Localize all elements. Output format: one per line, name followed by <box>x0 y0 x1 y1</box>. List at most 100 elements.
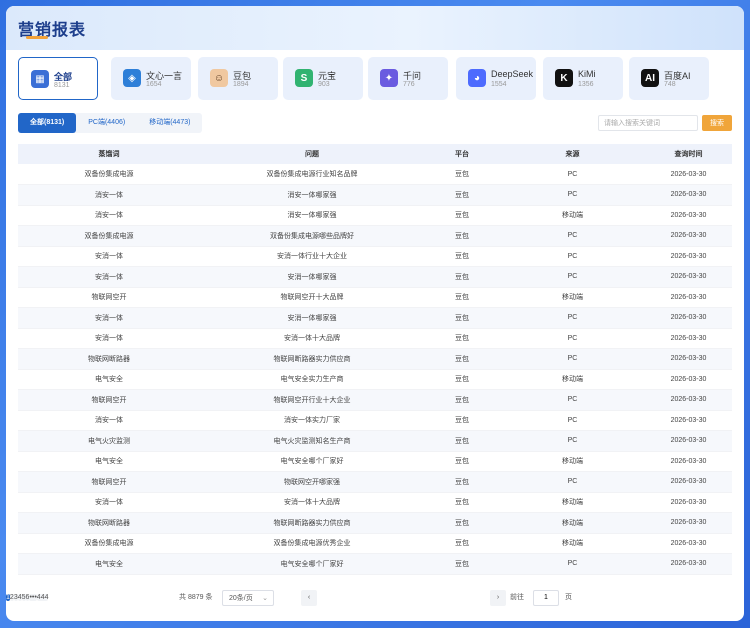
cell-keyword: 物联网断路器 <box>18 348 200 370</box>
page-button[interactable]: 444 <box>36 594 49 601</box>
page-numbers: 123456•••444 <box>6 590 49 606</box>
cell-keyword: 双备份集成电源 <box>18 533 200 554</box>
cell-keyword: 电气安全 <box>18 451 200 472</box>
table-row: 物联网空开 物联网空开哪家强 豆包 PC 2026-03-30 <box>18 471 732 493</box>
cell-question: 物联网断路器实力供应商 <box>200 512 424 534</box>
table-row: 安消一体 安消一体十大品牌 豆包 PC 2026-03-30 <box>18 328 732 349</box>
cell-source: PC <box>500 164 645 185</box>
cell-question: 电气安全哪个厂家好 <box>200 451 424 472</box>
cell-source: 移动端 <box>500 533 645 554</box>
cell-query-time: 2026-03-30 <box>645 410 732 431</box>
platform-count: 1356 <box>578 81 594 88</box>
search-input[interactable] <box>598 115 698 131</box>
platform-count: 1554 <box>491 81 507 88</box>
cell-keyword: 电气火灾监测 <box>18 430 200 452</box>
table-row: 双备份集成电源 双备份集成电源哪些品牌好 豆包 PC 2026-03-30 <box>18 225 732 247</box>
tab-pc[interactable]: PC端(4406) <box>76 113 137 133</box>
cell-source: PC <box>500 389 645 411</box>
platform-card-5[interactable]: ✦ 千问 776 <box>368 57 448 100</box>
platform-count: 748 <box>664 81 676 88</box>
cell-query-time: 2026-03-30 <box>645 225 732 247</box>
report-window: 营销报表 ▦ 全部 8131 ◈ 文心一言 1654 ☺ 豆包 1894 S 元宝 903 ✦ 千问 776… <box>6 6 744 621</box>
cell-query-time: 2026-03-30 <box>645 471 732 493</box>
table-row: 电气安全 电气安全哪个厂家好 豆包 PC 2026-03-30 <box>18 553 732 575</box>
page-button[interactable]: 5 <box>21 594 26 601</box>
chevron-down-icon: ⌄ <box>262 595 268 602</box>
cell-query-time: 2026-03-30 <box>645 348 732 370</box>
cell-platform: 豆包 <box>424 328 500 349</box>
platform-card-4[interactable]: S 元宝 903 <box>283 57 363 100</box>
cell-keyword: 安消一体 <box>18 307 200 329</box>
table-row: 双备份集成电源 双备份集成电源行业知名品牌 豆包 PC 2026-03-30 <box>18 164 732 185</box>
cell-question: 安消一体十大品牌 <box>200 328 424 349</box>
table-row: 消安一体 消安一体哪家强 豆包 PC 2026-03-30 <box>18 184 732 206</box>
cell-query-time: 2026-03-30 <box>645 512 732 534</box>
platform-card-6[interactable]: ◕ DeepSeek 1554 <box>456 57 536 100</box>
cell-question: 安消一体哪家强 <box>200 307 424 329</box>
cell-platform: 豆包 <box>424 348 500 370</box>
deepseek-icon: ◕ <box>468 69 486 87</box>
cell-source: PC <box>500 328 645 349</box>
cell-query-time: 2026-03-30 <box>645 389 732 411</box>
cell-platform: 豆包 <box>424 492 500 513</box>
cell-platform: 豆包 <box>424 246 500 267</box>
cell-query-time: 2026-03-30 <box>645 287 732 308</box>
platform-card-2[interactable]: ◈ 文心一言 1654 <box>111 57 191 100</box>
cell-source: PC <box>500 246 645 267</box>
cell-source: PC <box>500 266 645 288</box>
platform-card-8[interactable]: AI 百度AI 748 <box>629 57 709 100</box>
cell-keyword: 电气安全 <box>18 553 200 575</box>
cell-platform: 豆包 <box>424 164 500 185</box>
platform-card-7[interactable]: K KiMi 1356 <box>543 57 623 100</box>
cell-query-time: 2026-03-30 <box>645 369 732 390</box>
col-header-query-time[interactable]: 查询时间 <box>645 144 732 164</box>
table-row: 安消一体 安消一体行业十大企业 豆包 PC 2026-03-30 <box>18 246 732 267</box>
kimi-icon: K <box>555 69 573 87</box>
platform-card-1[interactable]: ▦ 全部 8131 <box>18 57 98 100</box>
col-header-source[interactable]: 来源 <box>500 144 645 164</box>
page-unit-label: 页 <box>565 594 572 601</box>
cell-platform: 豆包 <box>424 512 500 534</box>
cell-query-time: 2026-03-30 <box>645 430 732 452</box>
cell-question: 安消一体行业十大企业 <box>200 246 424 267</box>
tab-all[interactable]: 全部(8131) <box>18 113 77 133</box>
pagination: 共 8879 条 20条/页 ⌄ ‹ 123456•••444 › 前往 页 <box>6 590 744 608</box>
cell-source: PC <box>500 225 645 247</box>
cell-question: 物联网空开哪家强 <box>200 471 424 493</box>
cell-question: 电气安全哪个厂家好 <box>200 553 424 575</box>
cell-query-time: 2026-03-30 <box>645 307 732 329</box>
cell-keyword: 电气安全 <box>18 369 200 390</box>
prev-page-button[interactable]: ‹ <box>301 590 317 606</box>
cell-query-time: 2026-03-30 <box>645 184 732 206</box>
cell-question: 消安一体哪家强 <box>200 184 424 206</box>
col-header-platform[interactable]: 平台 <box>424 144 500 164</box>
table-row: 双备份集成电源 双备份集成电源优秀企业 豆包 移动端 2026-03-30 <box>18 533 732 554</box>
platform-card-3[interactable]: ☺ 豆包 1894 <box>198 57 278 100</box>
cell-source: PC <box>500 184 645 206</box>
col-header-keyword[interactable]: 蒸馏词 <box>18 144 200 164</box>
cell-keyword: 安消一体 <box>18 328 200 349</box>
tab-mobile[interactable]: 移动端(4473) <box>137 113 202 133</box>
platform-count: 1894 <box>233 81 249 88</box>
cell-keyword: 安消一体 <box>18 266 200 288</box>
table-row: 安消一体 安消一体十大品牌 豆包 移动端 2026-03-30 <box>18 492 732 513</box>
page-size-select[interactable]: 20条/页 ⌄ <box>222 590 274 606</box>
next-page-button[interactable]: › <box>490 590 506 606</box>
cell-source: PC <box>500 430 645 452</box>
table-row: 物联网断路器 物联网断路器实力供应商 豆包 PC 2026-03-30 <box>18 348 732 370</box>
col-header-question[interactable]: 问题 <box>200 144 424 164</box>
platform-count: 1654 <box>146 81 162 88</box>
goto-page-input[interactable] <box>533 590 559 606</box>
cell-query-time: 2026-03-30 <box>645 533 732 554</box>
platform-count: 903 <box>318 81 330 88</box>
page-ellipsis[interactable]: ••• <box>29 594 37 601</box>
cell-source: 移动端 <box>500 287 645 308</box>
table-body: 双备份集成电源 双备份集成电源行业知名品牌 豆包 PC 2026-03-30 消安一体 消安… <box>18 164 732 575</box>
yuanbao-icon: S <box>295 69 313 87</box>
cell-question: 安消一体十大品牌 <box>200 492 424 513</box>
cell-platform: 豆包 <box>424 553 500 575</box>
cell-platform: 豆包 <box>424 430 500 452</box>
search-button[interactable]: 搜索 <box>702 115 732 131</box>
cell-source: PC <box>500 471 645 493</box>
cell-keyword: 消安一体 <box>18 184 200 206</box>
